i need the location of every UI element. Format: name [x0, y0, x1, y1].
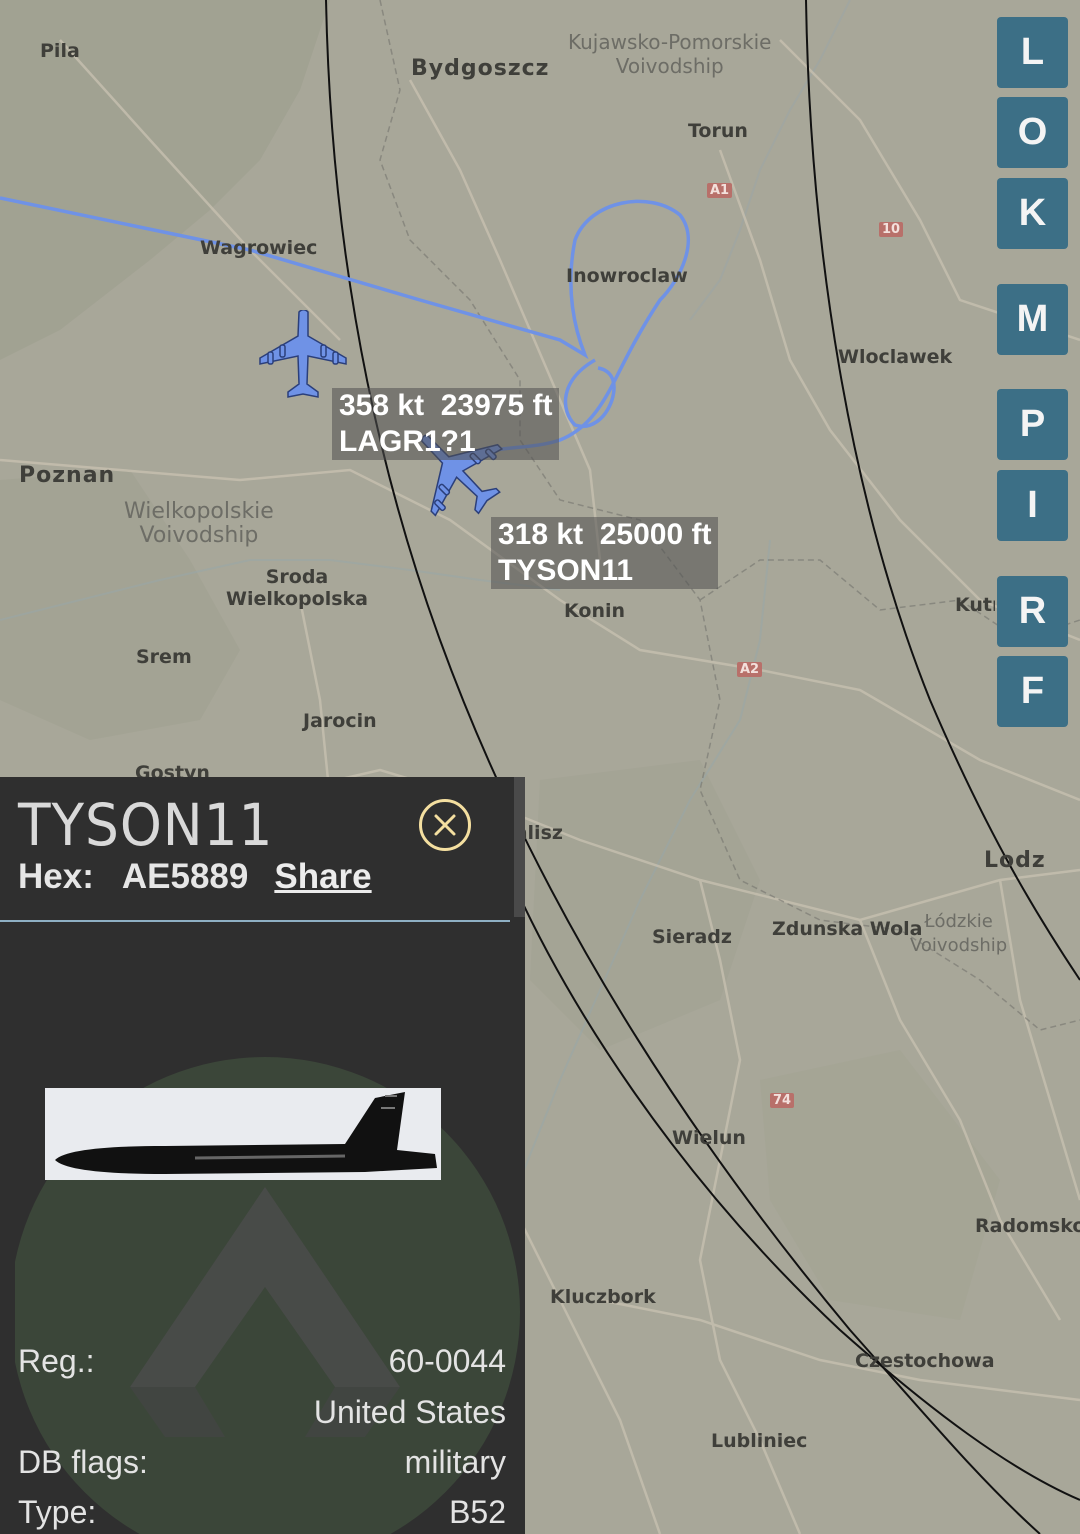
- button-f[interactable]: F: [997, 656, 1068, 727]
- info-row-country: United States: [18, 1394, 506, 1431]
- place-wagrowiec: Wagrowiec: [200, 237, 318, 259]
- button-r[interactable]: R: [997, 576, 1068, 647]
- place-sroda: Sroda Wielkopolska: [226, 566, 368, 610]
- info-row-type: Type: B52: [18, 1494, 506, 1531]
- aircraft-info-panel: TYSON11 Hex: AE5889 Share Reg.: 60-0044 Un…: [0, 777, 525, 1534]
- db-flags-value: military: [404, 1444, 506, 1480]
- place-sieradz: Sieradz: [652, 926, 732, 948]
- place-bydgoszcz: Bydgoszcz: [411, 56, 550, 81]
- region-wielkopolskie: Wielkopolskie Voivodship: [124, 499, 274, 548]
- flight-label-tyson[interactable]: 318 kt 25000 ft TYSON11: [491, 517, 719, 589]
- place-wloclawek: Wloclawek: [838, 346, 953, 368]
- info-row-db-flags: DB flags: military: [18, 1444, 506, 1481]
- hex-value: AE5889: [121, 857, 249, 896]
- road-shield-a1: A1: [707, 183, 733, 198]
- type-label: Type:: [18, 1494, 97, 1530]
- reg-value: 60-0044: [388, 1343, 506, 1379]
- place-poznan: Poznan: [19, 463, 116, 488]
- place-zdunska-wola: Zdunska Wola: [772, 918, 923, 940]
- button-o[interactable]: O: [997, 97, 1068, 168]
- b52-silhouette-icon: [55, 1092, 437, 1174]
- place-wielun: Wielun: [672, 1127, 746, 1149]
- place-lubliniec: Lubliniec: [711, 1430, 808, 1452]
- road-shield-74: 74: [770, 1093, 795, 1108]
- country-value: United States: [313, 1394, 506, 1430]
- share-link[interactable]: Share: [274, 857, 371, 896]
- panel-divider: [0, 920, 510, 922]
- button-m[interactable]: M: [997, 284, 1068, 355]
- db-flags-label: DB flags:: [18, 1444, 148, 1480]
- place-torun: Torun: [688, 120, 748, 142]
- place-pila: Pila: [40, 40, 80, 62]
- panel-callsign: TYSON11: [18, 791, 274, 859]
- button-l[interactable]: L: [997, 17, 1068, 88]
- place-czestochowa: Czestochowa: [855, 1350, 995, 1372]
- type-value: B52: [449, 1494, 506, 1530]
- reg-label: Reg.:: [18, 1343, 95, 1379]
- place-jarocin: Jarocin: [303, 710, 377, 732]
- place-radomsko: Radomsko: [975, 1215, 1080, 1237]
- panel-scrollbar[interactable]: [514, 777, 525, 917]
- hex-label: Hex:: [18, 857, 94, 896]
- button-p[interactable]: P: [997, 389, 1068, 460]
- road-shield-a2: A2: [737, 662, 763, 677]
- info-row-reg: Reg.: 60-0044: [18, 1343, 506, 1380]
- place-kluczbork: Kluczbork: [550, 1286, 656, 1308]
- hex-row: Hex: AE5889 Share: [18, 857, 372, 897]
- place-inowroclaw: Inowroclaw: [566, 265, 688, 287]
- place-konin: Konin: [564, 600, 626, 622]
- region-lodzkie: Łódzkie Voivodship: [910, 911, 1008, 956]
- button-k[interactable]: K: [997, 178, 1068, 249]
- region-kujawsko-pomorskie: Kujawsko-Pomorskie Voivodship: [568, 30, 772, 78]
- place-kutno: Kutno: [955, 594, 995, 616]
- close-button[interactable]: [419, 799, 471, 851]
- flight-label-lagr[interactable]: 358 kt 23975 ft LAGR1?1: [332, 388, 560, 460]
- road-shield-10: 10: [879, 222, 904, 237]
- close-icon: [434, 814, 456, 836]
- place-srem: Srem: [136, 646, 192, 668]
- place-lodz: Lodz: [984, 848, 1046, 873]
- aircraft-photo: [45, 1088, 441, 1180]
- button-i[interactable]: I: [997, 470, 1068, 541]
